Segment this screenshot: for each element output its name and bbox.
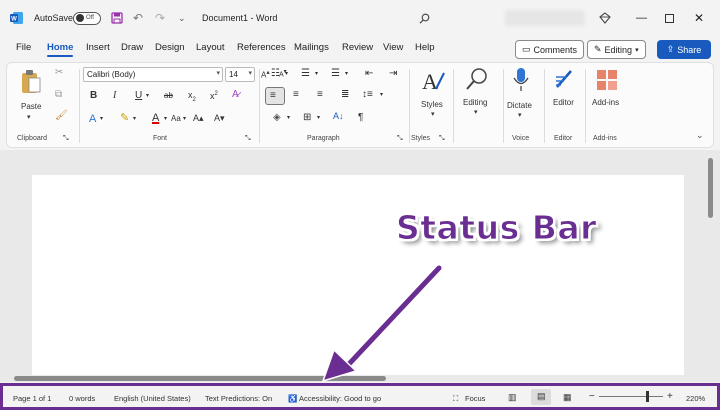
zoom-slider-thumb[interactable] (646, 391, 649, 402)
page-count[interactable]: Page 1 of 1 (13, 394, 51, 403)
focus-label[interactable]: Focus (465, 394, 485, 403)
zoom-in-icon[interactable]: + (667, 391, 673, 402)
text-predictions[interactable]: Text Predictions: On (205, 394, 272, 403)
zoom-percent[interactable]: 220% (686, 394, 705, 403)
print-layout-icon: ▤ (537, 391, 546, 401)
status-bar: Page 1 of 1 0 words English (United Stat… (0, 383, 720, 410)
accessibility-icon: ♿ (288, 394, 298, 403)
print-layout-button[interactable]: ▤ (531, 389, 551, 405)
word-count[interactable]: 0 words (69, 394, 95, 403)
web-layout-icon[interactable]: ▦ (563, 392, 572, 403)
accessibility-status[interactable]: Accessibility: Good to go (299, 394, 381, 403)
annotation-arrow-icon (321, 263, 444, 383)
focus-icon[interactable]: ⛶ (453, 394, 458, 404)
zoom-slider-track[interactable] (599, 396, 663, 397)
status-bar-annotation: Status Bar (396, 208, 597, 248)
zoom-out-icon[interactable]: − (589, 391, 595, 402)
language-indicator[interactable]: English (United States) (114, 394, 191, 403)
read-mode-icon[interactable]: ▥ (508, 392, 517, 403)
